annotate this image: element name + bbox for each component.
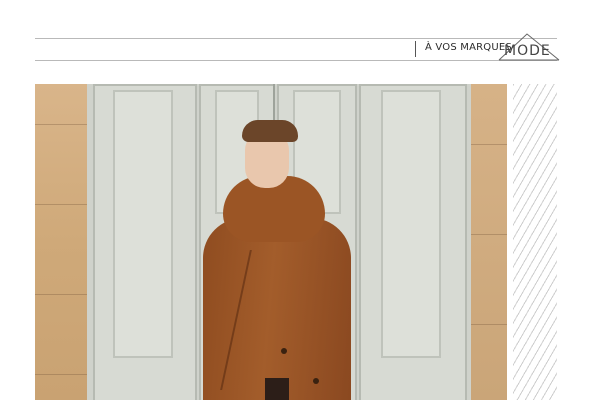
model-figure — [195, 120, 355, 400]
door-left-outer — [93, 84, 197, 400]
editorial-photo — [35, 84, 507, 400]
coat-button — [281, 348, 287, 354]
door-right-outer — [359, 84, 467, 400]
logo-text: MODE — [504, 43, 551, 59]
decorative-hatch-panel — [513, 84, 557, 400]
stone-wall-right — [471, 84, 507, 400]
mode-logo: MODE — [497, 30, 561, 64]
dark-trousers — [265, 378, 289, 400]
header-separator — [415, 41, 416, 57]
header-rule-top — [35, 38, 557, 39]
coat-button — [313, 378, 319, 384]
header-rule-bottom — [35, 60, 557, 61]
magazine-header: À VOS MARQUES MODE — [0, 0, 600, 84]
stone-wall-left — [35, 84, 87, 400]
model-hair — [242, 120, 298, 142]
